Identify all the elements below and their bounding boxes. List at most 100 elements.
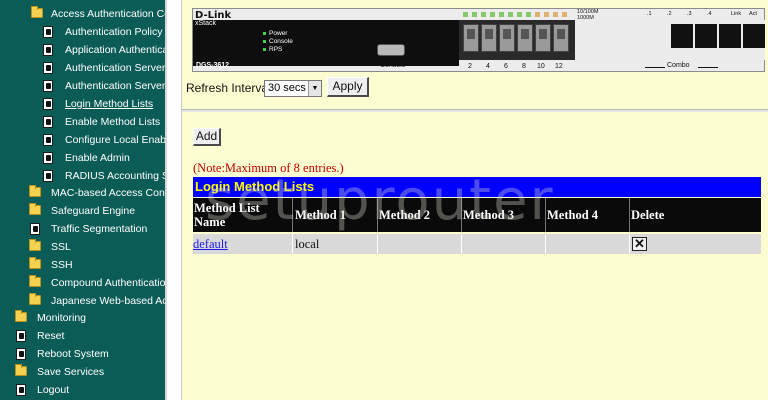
nav-item-label: MAC-based Access Contr bbox=[51, 187, 165, 199]
link-label: Link bbox=[731, 11, 742, 17]
nav-item-authentication-server-host[interactable]: Authentication Server H bbox=[0, 77, 165, 95]
folder-icon bbox=[29, 293, 41, 305]
port-led bbox=[517, 12, 522, 17]
nav-item-label: Save Services bbox=[37, 366, 105, 378]
nav-item-safeguard-engine[interactable]: Safeguard Engine bbox=[0, 202, 165, 220]
console-port bbox=[377, 44, 405, 56]
nav-item-label: Authentication Policy a bbox=[65, 26, 165, 38]
ethernet-port[interactable] bbox=[481, 24, 497, 52]
nav-item-label: Traffic Segmentation bbox=[51, 223, 148, 235]
refresh-interval-select[interactable]: 30 secs ▼ bbox=[264, 80, 322, 97]
nav-item-reboot-system[interactable]: Reboot System bbox=[0, 345, 165, 363]
nav-item-traffic-segmentation[interactable]: Traffic Segmentation bbox=[0, 220, 165, 238]
combo-port-label: .3 bbox=[687, 11, 692, 17]
nav-item-enable-admin[interactable]: Enable Admin bbox=[0, 149, 165, 167]
delete-icon[interactable]: ✕ bbox=[632, 237, 647, 251]
nav-item-label: SSH bbox=[51, 259, 73, 271]
folder-icon bbox=[29, 257, 41, 269]
speed-legend: 10/100M 1000M bbox=[577, 9, 598, 21]
nav-item-authentication-policy[interactable]: Authentication Policy a bbox=[0, 23, 165, 41]
refresh-interval-label: Refresh Interval: bbox=[186, 81, 275, 95]
nav-item-label: Logout bbox=[37, 384, 70, 396]
nav-item-label: Login Method Lists bbox=[65, 98, 154, 110]
section-divider bbox=[182, 109, 768, 112]
nav-item-compound-authentication[interactable]: Compound Authentication bbox=[0, 274, 165, 292]
combo-port-block bbox=[643, 20, 765, 60]
nav-item-label: Authentication Server H bbox=[65, 80, 165, 92]
nav-item-japanese-web-based-access[interactable]: Japanese Web-based Ac bbox=[0, 292, 165, 310]
nav-item-label: RADIUS Accounting Se bbox=[65, 170, 165, 182]
combo-port-label: .4 bbox=[707, 11, 712, 17]
nav-item-label: SSL bbox=[51, 241, 71, 253]
nav-item-configure-local-enable[interactable]: Configure Local Enabl bbox=[0, 131, 165, 149]
nav-item-logout[interactable]: Logout bbox=[0, 381, 165, 399]
cell-method-2 bbox=[378, 234, 462, 254]
apply-button[interactable]: Apply bbox=[327, 77, 369, 97]
nav-item-ssl[interactable]: SSL bbox=[0, 238, 165, 256]
port-number: 4 bbox=[486, 63, 490, 70]
ethernet-port[interactable] bbox=[553, 24, 569, 52]
ethernet-port-block bbox=[459, 20, 575, 60]
nav-item-radius-accounting[interactable]: RADIUS Accounting Se bbox=[0, 167, 165, 185]
act-label: Act bbox=[749, 11, 757, 17]
combo-port[interactable] bbox=[695, 24, 717, 48]
chevron-down-icon[interactable]: ▼ bbox=[308, 81, 321, 96]
combo-port[interactable] bbox=[719, 24, 741, 48]
folder-icon bbox=[29, 203, 41, 215]
port-led bbox=[508, 12, 513, 17]
led-rps: RPS bbox=[263, 46, 293, 54]
port-led bbox=[544, 12, 549, 17]
column-header-method-2: Method 2 bbox=[378, 198, 462, 232]
combo-port[interactable] bbox=[671, 24, 693, 48]
document-icon bbox=[16, 330, 26, 342]
document-icon bbox=[43, 98, 53, 110]
nav-item-label: Configure Local Enabl bbox=[65, 134, 165, 146]
document-icon bbox=[43, 134, 53, 146]
ethernet-port[interactable] bbox=[463, 24, 479, 52]
combo-port-label: .1 bbox=[647, 11, 652, 17]
led-power: Power bbox=[263, 30, 293, 38]
port-led bbox=[526, 12, 531, 17]
document-icon bbox=[16, 348, 26, 360]
nav-item-authentication-server-group[interactable]: Authentication Server G bbox=[0, 59, 165, 77]
port-led bbox=[499, 12, 504, 17]
nav-item-monitoring[interactable]: Monitoring bbox=[0, 309, 165, 327]
nav-item-application-authentication[interactable]: Application Authenticat bbox=[0, 41, 165, 59]
nav-item-label: Access Authentication Co bbox=[51, 8, 165, 20]
column-header-method-4: Method 4 bbox=[546, 198, 630, 232]
device-band bbox=[193, 20, 459, 66]
nav-item-label: Application Authenticat bbox=[65, 44, 165, 56]
combo-label: Combo bbox=[667, 62, 690, 69]
document-icon bbox=[43, 170, 53, 182]
ethernet-port[interactable] bbox=[517, 24, 533, 52]
column-header-method-list-name: Method List Name bbox=[193, 198, 293, 232]
cell-delete: ✕ bbox=[630, 234, 761, 254]
nav-item-mac-based-access-control[interactable]: MAC-based Access Contr bbox=[0, 184, 165, 202]
nav-item-save-services[interactable]: Save Services bbox=[0, 363, 165, 381]
nav-item-ssh[interactable]: SSH bbox=[0, 256, 165, 274]
nav-item-access-authentication[interactable]: Access Authentication Co bbox=[0, 5, 165, 23]
column-header-delete: Delete bbox=[631, 208, 665, 222]
ethernet-port[interactable] bbox=[499, 24, 515, 52]
status-leds: Power Console RPS bbox=[263, 30, 293, 54]
port-led bbox=[562, 12, 567, 17]
nav-item-login-method-lists[interactable]: Login Method Lists bbox=[0, 95, 165, 113]
method-list-link[interactable]: default bbox=[193, 237, 228, 251]
frame-divider[interactable] bbox=[165, 0, 182, 400]
column-header-method-3: Method 3 bbox=[462, 198, 546, 232]
speed-label: 1000M bbox=[577, 15, 594, 21]
folder-icon bbox=[29, 185, 41, 197]
port-number: 6 bbox=[504, 63, 508, 70]
combo-port[interactable] bbox=[743, 24, 765, 48]
nav-item-label: Authentication Server G bbox=[65, 62, 165, 74]
device-model: DGS-3612 bbox=[196, 62, 230, 69]
table-title: Login Method Lists bbox=[193, 177, 761, 197]
folder-icon bbox=[31, 6, 43, 18]
led-console: Console bbox=[263, 38, 293, 46]
nav-item-reset[interactable]: Reset bbox=[0, 327, 165, 345]
nav-item-enable-method-lists[interactable]: Enable Method Lists bbox=[0, 113, 165, 131]
table-row: default local ✕ bbox=[193, 234, 761, 254]
ethernet-port[interactable] bbox=[535, 24, 551, 52]
column-header-method-1: Method 1 bbox=[294, 198, 378, 232]
add-button[interactable]: Add bbox=[193, 128, 221, 146]
